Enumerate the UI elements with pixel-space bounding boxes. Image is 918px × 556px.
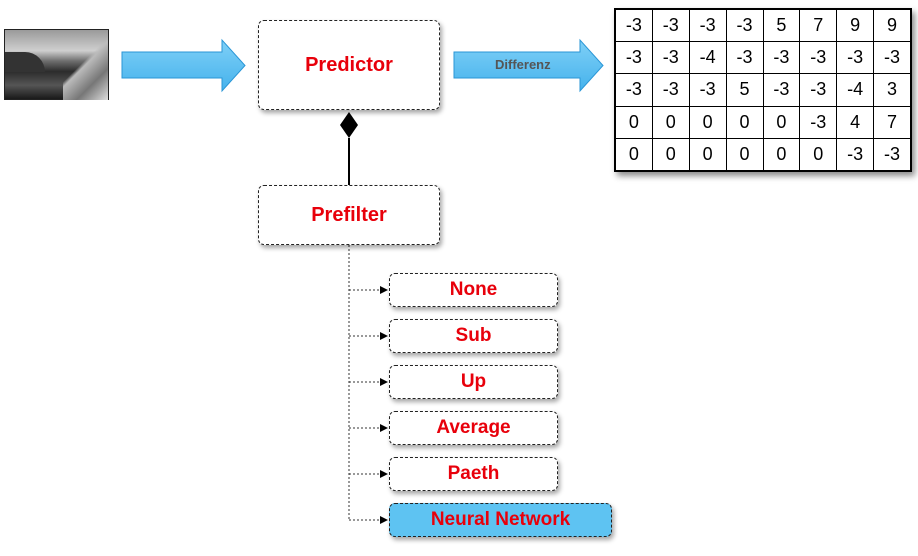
arrowhead-icon	[380, 286, 388, 294]
input-image	[4, 29, 109, 100]
arrowhead-icon	[380, 516, 388, 524]
table-cell: -4	[836, 73, 875, 107]
table-cell: -3	[799, 73, 838, 107]
table-cell: -3	[873, 137, 912, 172]
table-cell: -3	[651, 8, 690, 43]
filter-up[interactable]: Up	[389, 365, 558, 399]
table-cell: 0	[799, 137, 838, 172]
table-cell: -3	[799, 41, 838, 75]
arrowhead-icon	[380, 378, 388, 386]
table-cell: -3	[725, 8, 764, 43]
table-cell: -3	[836, 41, 875, 75]
table-cell: 0	[614, 137, 653, 172]
table-cell: 9	[873, 8, 912, 43]
table-cell: 3	[873, 73, 912, 107]
table-cell: 4	[836, 105, 875, 139]
table-cell: -3	[614, 73, 653, 107]
arrowhead-icon	[380, 424, 388, 432]
table-cell: 0	[688, 137, 727, 172]
filter-label: Up	[460, 371, 487, 392]
arrowhead-icon	[380, 332, 388, 340]
table-cell: 0	[651, 105, 690, 139]
table-cell: 7	[873, 105, 912, 139]
table-cell: -3	[762, 41, 801, 75]
table-cell: -3	[614, 41, 653, 75]
table-cell: 5	[762, 8, 801, 43]
difference-arrow-label: Differenz	[495, 57, 551, 72]
filter-none[interactable]: None	[389, 273, 558, 307]
difference-table: -3 -3 -3 -3 5 7 9 9 -3 -3 -4 -3 -3 -3 -3 -3 -3 -3 -3 5 -3 -3-…	[614, 8, 912, 172]
table-cell: 0	[651, 137, 690, 172]
table-cell: -3	[725, 41, 764, 75]
table-cell: 0	[725, 105, 764, 139]
table-cell: -3	[762, 73, 801, 107]
table-row: -3 -3 -3 5 -3 -3 -4 3	[614, 73, 912, 107]
table-cell: -3	[688, 8, 727, 43]
filter-label: Neural Network	[430, 509, 571, 530]
table-cell: -3	[614, 8, 653, 43]
filter-sub[interactable]: Sub	[389, 319, 558, 353]
table-cell: -4	[688, 41, 727, 75]
table-cell: -3	[688, 73, 727, 107]
predictor-label: Predictor	[305, 53, 393, 76]
predictor-box[interactable]: Predictor	[258, 20, 440, 110]
table-cell: 0	[725, 137, 764, 172]
input-arrow	[121, 38, 246, 93]
arrowhead-icon	[380, 470, 388, 478]
table-cell: 7	[799, 8, 838, 43]
table-cell: -3	[836, 137, 875, 172]
filter-paeth[interactable]: Paeth	[389, 457, 558, 491]
table-cell: 5	[725, 73, 764, 107]
prefilter-label: Prefilter	[311, 203, 387, 226]
filter-average[interactable]: Average	[389, 411, 558, 445]
filter-label: Sub	[455, 325, 492, 346]
filter-label: None	[449, 279, 498, 300]
table-cell: -3	[651, 41, 690, 75]
prefilter-box[interactable]: Prefilter	[258, 185, 440, 245]
table-cell: -3	[799, 105, 838, 139]
table-row: 0 0 0 0 0 -3 4 7	[614, 105, 912, 139]
filter-label: Average	[436, 417, 511, 438]
table-row: -3 -3 -3 -3 5 7 9 9	[614, 8, 912, 43]
filter-neural-network[interactable]: Neural Network	[389, 503, 612, 537]
table-cell: 0	[762, 105, 801, 139]
filter-label: Paeth	[447, 463, 500, 484]
table-cell: 0	[614, 105, 653, 139]
table-cell: -3	[651, 73, 690, 107]
table-cell: 9	[836, 8, 875, 43]
table-row: -3 -3 -4 -3 -3 -3 -3 -3	[614, 41, 912, 75]
composition-diamond	[340, 112, 358, 138]
table-cell: -3	[873, 41, 912, 75]
table-row: 0 0 0 0 0 0 -3 -3	[614, 137, 912, 172]
table-cell: 0	[688, 105, 727, 139]
table-cell: 0	[762, 137, 801, 172]
